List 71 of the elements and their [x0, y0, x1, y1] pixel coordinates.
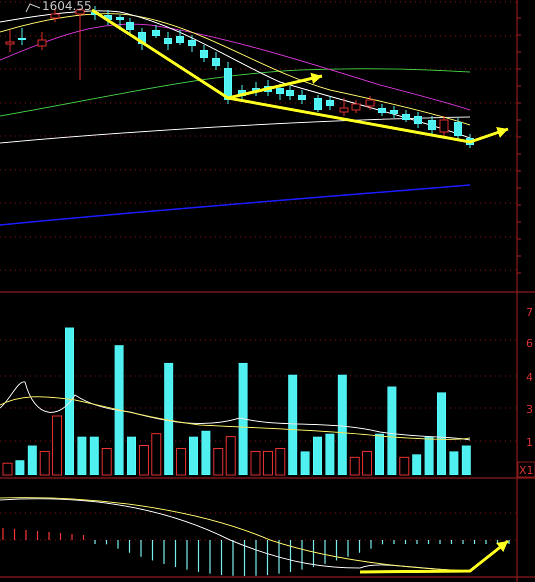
axis-label: 1	[526, 436, 533, 449]
candle	[104, 10, 112, 26]
volume-bar	[189, 436, 198, 475]
volume-bar	[102, 448, 112, 476]
candle	[91, 6, 99, 20]
volume-bar	[213, 448, 224, 476]
candle	[18, 28, 26, 46]
candle	[454, 118, 462, 140]
candle	[298, 90, 306, 104]
volume-bar	[449, 451, 458, 475]
candle	[264, 80, 272, 96]
volume-bar	[262, 450, 273, 476]
volume-bar	[300, 451, 310, 475]
candle	[402, 110, 410, 122]
candle	[428, 116, 436, 134]
candle	[238, 84, 246, 100]
axis-label: 7	[526, 306, 533, 319]
candle	[252, 82, 260, 96]
volume-bar	[90, 436, 99, 475]
volume-bar	[2, 462, 12, 476]
high-price-label: 1604.55	[42, 0, 92, 13]
candle	[390, 106, 398, 118]
volume-bar	[275, 448, 286, 476]
candle	[466, 134, 474, 148]
candle	[116, 14, 124, 30]
volume-bar	[201, 430, 210, 475]
volume-bar	[52, 416, 62, 476]
candle	[314, 94, 322, 112]
volume-bar	[375, 434, 384, 475]
candle	[164, 32, 172, 50]
volume-bar	[138, 445, 149, 476]
volume-bar	[462, 446, 471, 475]
candle	[366, 96, 374, 110]
candle	[200, 44, 208, 62]
volume-bar	[28, 446, 37, 475]
volume-bar	[40, 450, 50, 476]
candle	[38, 32, 46, 50]
scale-label: X1	[518, 462, 535, 478]
axis-label: 3	[526, 403, 533, 416]
candle	[212, 52, 220, 70]
axis-label: 6	[526, 337, 533, 350]
candle	[440, 116, 448, 136]
candle	[126, 18, 134, 36]
volume-bar	[424, 436, 434, 475]
candle	[176, 30, 184, 46]
candle	[188, 34, 196, 52]
volume-bar	[77, 436, 86, 475]
volume-bar	[226, 436, 236, 476]
volume-bar	[412, 454, 422, 475]
volume-bar	[313, 436, 322, 475]
axis-label: 4	[526, 371, 533, 384]
volume-bar	[151, 433, 162, 476]
volume-bar	[362, 450, 372, 476]
volume-bar	[399, 456, 410, 476]
volume-bar	[176, 448, 186, 476]
volume-bar	[127, 436, 136, 475]
volume-bar	[250, 450, 260, 476]
candle	[326, 96, 334, 110]
candle	[352, 100, 360, 114]
volume-bar	[350, 456, 360, 476]
candle	[286, 86, 294, 100]
candle	[138, 28, 146, 50]
candle	[414, 112, 422, 128]
candle	[6, 30, 14, 52]
high-marker-icon	[26, 3, 40, 12]
volume-bar	[325, 434, 334, 475]
candle	[152, 24, 160, 38]
candle	[276, 84, 284, 100]
volume-bar	[15, 460, 24, 475]
candle	[378, 104, 386, 116]
candle	[340, 98, 348, 116]
